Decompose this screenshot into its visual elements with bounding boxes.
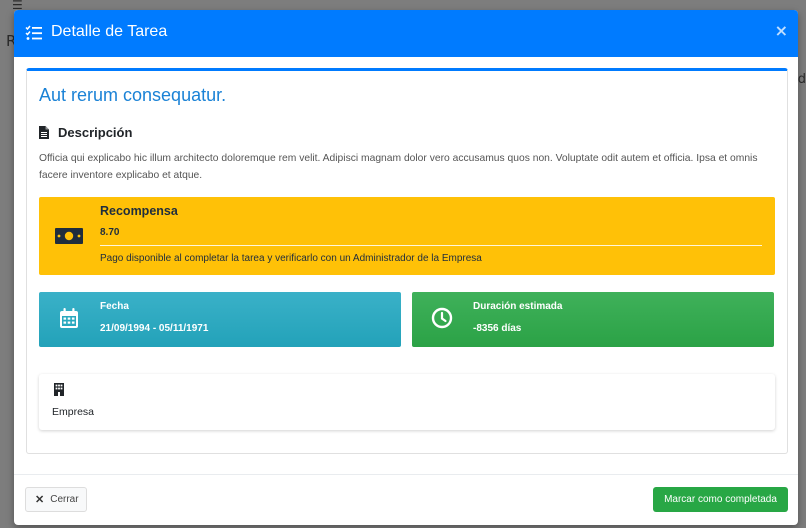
- money-bill-icon: [55, 228, 83, 244]
- reward-divider: [100, 245, 762, 246]
- tasks-icon: [25, 25, 42, 40]
- description-header: Descripción: [39, 125, 132, 140]
- calendar-icon: [60, 308, 78, 328]
- description-text: Officia qui explicabo hic illum architec…: [39, 153, 758, 181]
- company-box: Empresa: [39, 374, 775, 430]
- building-icon: [54, 383, 64, 396]
- reward-label: Recompensa: [100, 204, 178, 218]
- close-button[interactable]: ✕ Cerrar: [25, 487, 87, 512]
- date-box: Fecha 21/09/1994 - 05/11/1971: [39, 292, 401, 347]
- task-detail-modal: Detalle de Tarea × Aut rerum consequatur…: [14, 10, 798, 525]
- mark-completed-label: Marcar como completada: [664, 494, 777, 505]
- modal-title: Detalle de Tarea: [51, 23, 168, 40]
- footer-divider: [14, 474, 798, 475]
- close-icon: ✕: [35, 494, 45, 506]
- mark-completed-button[interactable]: Marcar como completada: [653, 487, 788, 512]
- duration-label: Duración estimada: [473, 301, 563, 312]
- reward-value: 8.70: [100, 227, 120, 238]
- date-label: Fecha: [100, 301, 129, 312]
- company-label: Empresa: [52, 406, 95, 418]
- reward-note: Pago disponible al completar la tarea y …: [100, 253, 482, 264]
- description-label: Descripción: [58, 125, 133, 140]
- duration-value: -8356 días: [473, 323, 522, 334]
- task-title: Aut rerum consequatur.: [39, 85, 227, 105]
- menu-icon: ☰: [12, 0, 23, 12]
- modal-header: Detalle de Tarea ×: [14, 10, 798, 57]
- close-icon[interactable]: ×: [775, 21, 788, 40]
- close-button-label: Cerrar: [50, 494, 79, 505]
- task-card: Aut rerum consequatur. Descripción Offic…: [26, 68, 788, 454]
- file-icon: [39, 126, 49, 139]
- duration-box: Duración estimada -8356 días: [412, 292, 774, 347]
- date-value: 21/09/1994 - 05/11/1971: [100, 323, 209, 334]
- background-text-fragment: d: [797, 72, 806, 87]
- clock-icon: [431, 307, 453, 329]
- reward-box: Recompensa 8.70 Pago disponible al compl…: [39, 197, 775, 275]
